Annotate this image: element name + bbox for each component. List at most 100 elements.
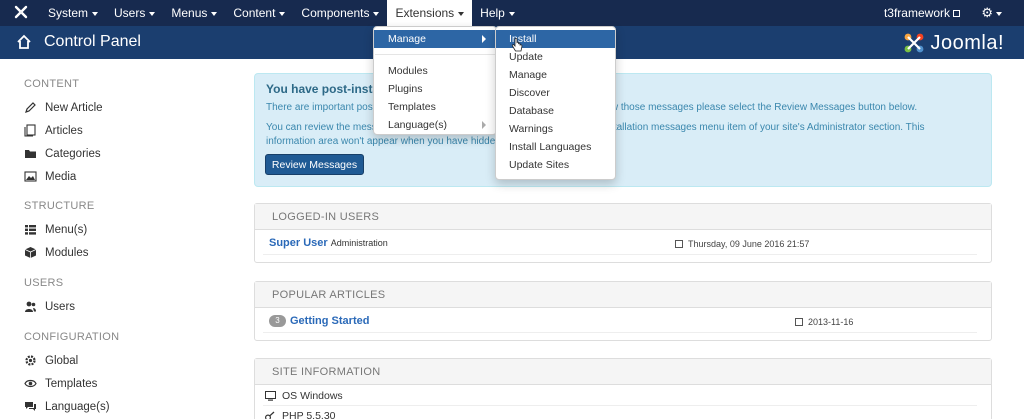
sidebar-label: Users bbox=[45, 300, 76, 313]
desktop-icon bbox=[265, 390, 276, 401]
menu-item-manage[interactable]: Manage bbox=[374, 30, 496, 48]
login-date: Thursday, 09 June 2016 21:57 bbox=[675, 239, 809, 249]
menu-content-label: Content bbox=[233, 6, 276, 20]
stack-icon bbox=[24, 124, 36, 137]
caret-down-icon bbox=[458, 11, 465, 16]
sidebar-item-global[interactable]: Global bbox=[24, 354, 78, 367]
sidebar: CONTENT New Article Articles Categories … bbox=[0, 59, 230, 419]
login-date-text: Thursday, 09 June 2016 21:57 bbox=[688, 239, 810, 249]
article-link[interactable]: 3 Getting Started bbox=[269, 315, 369, 327]
joomla-logo-icon[interactable] bbox=[14, 5, 28, 19]
menu-system-label: System bbox=[48, 6, 89, 20]
site-link[interactable]: t3framework bbox=[884, 0, 960, 26]
calendar-icon bbox=[675, 240, 683, 248]
table-row: Super User Administration Thursday, 09 J… bbox=[263, 233, 977, 255]
external-link-icon bbox=[953, 10, 960, 18]
caret-down-icon bbox=[508, 11, 515, 16]
alert-p2-left: You can review the mess bbox=[266, 122, 377, 133]
menu-item-warnings[interactable]: Warnings bbox=[496, 120, 615, 138]
cube-icon bbox=[24, 247, 37, 258]
logged-in-users-panel: LOGGED-IN USERS Super User Administratio… bbox=[254, 203, 992, 263]
menu-item-database[interactable]: Database bbox=[496, 102, 615, 120]
review-messages-button[interactable]: Review Messages bbox=[265, 154, 364, 175]
caret-down-icon bbox=[92, 11, 99, 16]
cog-icon bbox=[25, 355, 36, 366]
alert-paragraph-2: You can review the mess stallation messag… bbox=[266, 121, 966, 149]
sidebar-item-menus[interactable]: Menu(s) bbox=[24, 223, 87, 236]
menu-components[interactable]: Components bbox=[293, 0, 387, 26]
sidebar-item-articles[interactable]: Articles bbox=[24, 124, 83, 137]
menu-item-label: Install Languages bbox=[509, 141, 592, 153]
menu-item-manage-extensions[interactable]: Manage bbox=[496, 66, 615, 84]
alert-p2-right: stallation messages menu item of your si… bbox=[608, 122, 925, 133]
popular-articles-panel: POPULAR ARTICLES 3 Getting Started 2013-1… bbox=[254, 281, 992, 341]
menu-help[interactable]: Help bbox=[472, 0, 523, 26]
list-item: OS Windows bbox=[263, 386, 977, 406]
menu-item-label: Language(s) bbox=[388, 119, 447, 131]
alert-p1-right: w those messages please select the Revie… bbox=[610, 102, 918, 113]
chevron-right-icon bbox=[482, 121, 486, 129]
sidebar-item-users[interactable]: Users bbox=[24, 300, 75, 313]
sidebar-label: Categories bbox=[45, 147, 101, 160]
article-date: 2013-11-16 bbox=[795, 317, 853, 327]
menu-item-update-sites[interactable]: Update Sites bbox=[496, 156, 615, 174]
user-name: Super User bbox=[269, 237, 328, 249]
menu-item-label: Templates bbox=[388, 101, 436, 113]
sidebar-item-templates[interactable]: Templates bbox=[24, 377, 97, 390]
menu-item-label: Warnings bbox=[509, 123, 553, 135]
menu-help-label: Help bbox=[480, 6, 505, 20]
menu-item-install-languages[interactable]: Install Languages bbox=[496, 138, 615, 156]
sidebar-label: New Article bbox=[45, 101, 103, 114]
sidebar-item-media[interactable]: Media bbox=[24, 170, 76, 183]
menu-extensions[interactable]: Extensions bbox=[387, 0, 473, 26]
os-info: OS Windows bbox=[282, 389, 343, 402]
sidebar-heading-configuration: CONFIGURATION bbox=[24, 331, 120, 343]
menu-system[interactable]: System bbox=[40, 0, 106, 26]
menu-users[interactable]: Users bbox=[106, 0, 163, 26]
page-title: Control Panel bbox=[44, 33, 141, 50]
panel-heading: POPULAR ARTICLES bbox=[255, 282, 991, 308]
menu-item-label: Update Sites bbox=[509, 159, 570, 171]
eye-icon bbox=[24, 379, 37, 388]
sidebar-label: Global bbox=[45, 354, 79, 367]
list-item: PHP 5.5.30 bbox=[263, 406, 977, 419]
menu-item-discover[interactable]: Discover bbox=[496, 84, 615, 102]
caret-down-icon bbox=[149, 11, 156, 16]
post-install-alert: You have post-install There are importan… bbox=[254, 73, 992, 187]
menu-item-label: Discover bbox=[509, 87, 550, 99]
alert-p1-left: There are important post- bbox=[266, 102, 379, 113]
joomla-wordmark: Joomla! bbox=[930, 31, 1004, 54]
menu-item-label: Plugins bbox=[388, 83, 423, 95]
sidebar-item-new-article[interactable]: New Article bbox=[24, 101, 103, 114]
sidebar-label: Modules bbox=[45, 246, 89, 259]
main-menu: System Users Menus Content Components Ex… bbox=[40, 0, 523, 26]
menu-item-label: Database bbox=[509, 105, 554, 117]
menu-divider bbox=[375, 54, 495, 55]
menu-item-label: Manage bbox=[388, 33, 426, 45]
hand-cursor-icon bbox=[511, 38, 523, 52]
caret-down-icon bbox=[996, 11, 1002, 16]
menu-components-label: Components bbox=[301, 6, 370, 20]
alert-title: You have post-install bbox=[266, 82, 386, 96]
menu-menus[interactable]: Menus bbox=[163, 0, 225, 26]
menu-content[interactable]: Content bbox=[225, 0, 293, 26]
settings-menu[interactable]: ⚙ bbox=[981, 5, 1002, 21]
site-name: t3framework bbox=[883, 6, 950, 20]
menu-extensions-label: Extensions bbox=[395, 6, 455, 20]
sidebar-label: Articles bbox=[45, 124, 83, 137]
caret-down-icon bbox=[279, 11, 286, 16]
sidebar-label: Media bbox=[45, 170, 77, 183]
menu-item-languages[interactable]: Language(s) bbox=[374, 116, 496, 134]
pencil-icon bbox=[25, 102, 36, 113]
sidebar-item-categories[interactable]: Categories bbox=[24, 147, 101, 160]
site-information-panel: SITE INFORMATION OS Windows PHP 5.5.30 bbox=[254, 358, 992, 419]
menu-item-modules[interactable]: Modules bbox=[374, 62, 496, 80]
menu-item-plugins[interactable]: Plugins bbox=[374, 80, 496, 98]
user-link[interactable]: Super User Administration bbox=[269, 237, 388, 249]
calendar-icon bbox=[795, 318, 803, 326]
sidebar-item-modules[interactable]: Modules bbox=[24, 246, 88, 259]
sidebar-label: Menu(s) bbox=[45, 223, 88, 236]
sidebar-label: Language(s) bbox=[45, 400, 110, 413]
menu-item-templates[interactable]: Templates bbox=[374, 98, 496, 116]
sidebar-item-languages[interactable]: Language(s) bbox=[24, 400, 110, 413]
